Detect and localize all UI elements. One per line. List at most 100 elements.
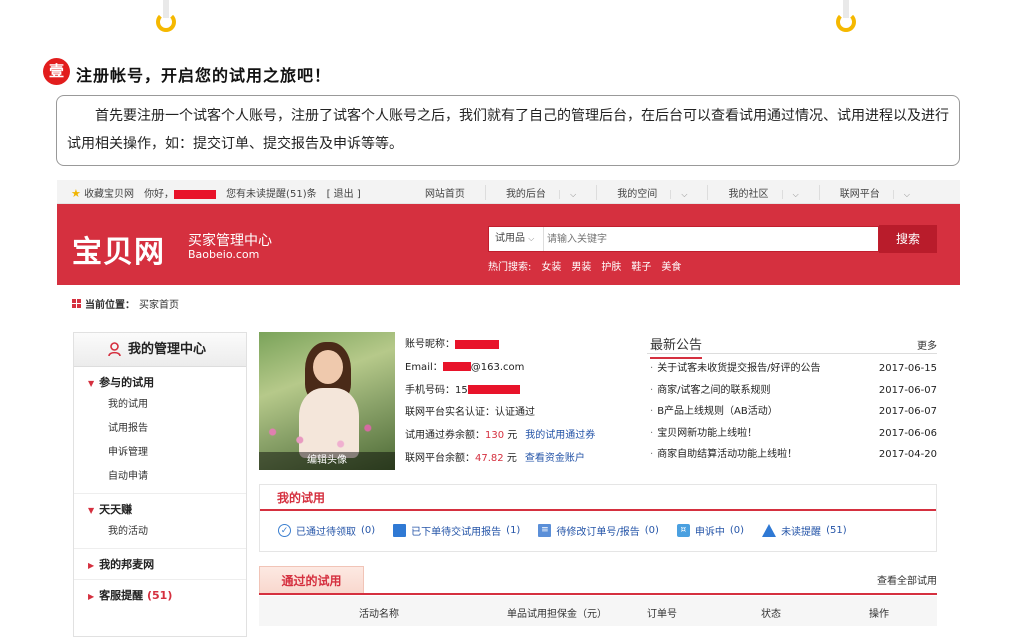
passed-trials-panel: 通过的试用 查看全部试用 活动名称 单品试用担保金（元） 订单号 状态 操作 [259, 566, 937, 637]
search-category-select[interactable]: 试用品 ⌵ [489, 227, 544, 251]
hot-item[interactable]: 女装 [541, 258, 561, 273]
redacted-phone [467, 385, 520, 395]
triangle-right-icon: ▶ [88, 592, 95, 601]
stat-ordered-pending-report[interactable]: 已下单待交试用报告 (1) [393, 523, 520, 538]
warning-icon [762, 524, 777, 537]
sidebar-group-title[interactable]: ▶ 我的邦麦网 [88, 555, 246, 575]
sidebar-item-auto-apply[interactable]: 自动申请 [88, 465, 246, 489]
list-item[interactable]: · 宝贝网新功能上线啦！ 2017-06-06 [647, 423, 937, 445]
list-item[interactable]: · B产品上线规则（AB活动） 2017-06-07 [647, 401, 937, 423]
profile-info: 账号昵称： Email： @163.com 手机号码：15 联网平台实名认证：认证… [405, 334, 595, 471]
profile-balance: 联网平台余额：47.82 元查看资金账户 [405, 452, 585, 464]
triangle-down-icon: ▼ [88, 506, 95, 515]
favorite-link[interactable]: ★ 收藏宝贝网 [71, 185, 134, 200]
step-badge: 壹 [43, 58, 70, 85]
sidebar-group-title[interactable]: ▼ 参与的试用 [88, 373, 246, 393]
chevron-down-icon: ⌵ [559, 190, 587, 199]
list-item[interactable]: · 商家自助结算活动功能上线啦！ 2017-04-20 [647, 444, 937, 466]
sidebar-group-service: ▶ 客服提醒 (51) [74, 580, 246, 610]
sidebar-group-trials: ▼ 参与的试用 我的试用 试用报告 申诉管理 自动申请 [74, 367, 246, 494]
hot-item[interactable]: 美食 [661, 258, 681, 273]
tab-passed-trials[interactable]: 通过的试用 [259, 566, 364, 594]
nav-my-space[interactable]: 我的空间 ⌵ [596, 185, 707, 200]
logo-subtitle: 买家管理中心 [188, 233, 272, 249]
step-title: 注册帐号，开启您的试用之旅吧！ [76, 66, 332, 85]
sidebar-group-daily-earn: ▼ 天天赚 我的活动 [74, 494, 246, 549]
nav-network-platform[interactable]: 联网平台 ⌵ [818, 185, 930, 200]
sidebar-title: 我的管理中心 [74, 333, 246, 367]
column-header: 单品试用担保金（元） [507, 609, 607, 620]
stat-unread-reminders[interactable]: 未读提醒 (51) [762, 523, 847, 538]
site-header: 宝贝网 买家管理中心 Baobeio.com 试用品 ⌵ 搜索 热门搜索: 女装… [57, 204, 960, 285]
star-icon: ★ [71, 187, 81, 200]
chevron-down-icon: ⌵ [670, 190, 698, 199]
sidebar-item-my-activities[interactable]: 我的活动 [88, 520, 246, 544]
profile-phone: 手机号码：15 [405, 380, 595, 403]
announcements-title: 最新公告 [650, 334, 703, 359]
my-trials-title: 我的试用 [260, 485, 936, 511]
search-button[interactable]: 搜索 [879, 225, 937, 253]
appeal-doc-icon: ¤ [676, 524, 690, 537]
logo-url: Baobeio.com [188, 248, 260, 261]
binder-hook-left [156, 0, 176, 34]
triangle-down-icon: ▼ [88, 379, 95, 388]
table-header: 活动名称 单品试用担保金（元） 订单号 状态 操作 [259, 596, 937, 626]
profile-email: Email： @163.com [405, 361, 525, 373]
top-bar: ★ 收藏宝贝网 你好， 您有未读提醒(51)条 [ 退出 ] 网站首页 我的后台… [57, 180, 960, 204]
search-box: 试用品 ⌵ [488, 226, 879, 252]
breadcrumb: 当前位置： 买家首页 [72, 296, 179, 311]
announcements: 最新公告 更多 · 关于试客未收货提交报告/好评的公告 2017-06-15 · 商家… [647, 332, 937, 466]
sidebar-item-my-trials[interactable]: 我的试用 [88, 393, 246, 417]
binder-hook-right [836, 0, 856, 34]
list-item[interactable]: · 商家/试客之间的联系规则 2017-06-07 [647, 380, 937, 402]
sidebar-group-title[interactable]: ▼ 天天赚 [88, 500, 246, 520]
unread-reminder-link[interactable]: 您有未读提醒(51)条 [226, 185, 317, 200]
nav-my-community[interactable]: 我的社区 ⌵ [707, 185, 818, 200]
nav-home[interactable]: 网站首页 [405, 185, 485, 200]
avatar[interactable]: 编辑头像 [259, 332, 395, 470]
greeting: 你好， [144, 185, 217, 200]
hot-searches: 热门搜索: 女装 男装 护肤 鞋子 美食 [488, 258, 681, 273]
logout-link[interactable]: [ 退出 ] [327, 185, 361, 200]
redacted-email [442, 362, 471, 372]
stat-pending-edit[interactable]: ≡ 待修改订单号/报告 (0) [538, 523, 659, 538]
edit-avatar-button[interactable]: 编辑头像 [259, 452, 395, 470]
chevron-down-icon: ⌵ [892, 190, 920, 199]
grid-icon [72, 299, 81, 308]
breadcrumb-current[interactable]: 买家首页 [139, 296, 179, 311]
redacted-nickname [455, 339, 499, 349]
chevron-down-icon: ⌵ [528, 234, 535, 243]
hot-item[interactable]: 男装 [571, 258, 591, 273]
redacted-username [174, 189, 217, 199]
edit-list-icon: ≡ [538, 524, 552, 537]
column-header: 活动名称 [359, 609, 399, 620]
user-icon [108, 342, 121, 357]
hot-item[interactable]: 护肤 [601, 258, 621, 273]
announcements-more-link[interactable]: 更多 [917, 337, 937, 352]
profile-nickname: 账号昵称： [405, 334, 595, 357]
my-trials-panel: 我的试用 ✓ 已通过待领取 (0) 已下单待交试用报告 (1) ≡ 待修改订单号/报告(… [259, 484, 937, 552]
sidebar-item-trial-reports[interactable]: 试用报告 [88, 417, 246, 441]
nav-my-backend[interactable]: 我的后台 ⌵ [484, 185, 596, 200]
chevron-down-icon: ⌵ [781, 190, 809, 199]
triangle-right-icon: ▶ [88, 561, 95, 570]
list-item[interactable]: · 关于试客未收货提交报告/好评的公告 2017-06-15 [647, 358, 937, 380]
stat-appealing[interactable]: ¤ 申诉中 (0) [676, 523, 744, 538]
profile-coupon: 试用通过券余额：130 元我的试用通过券 [405, 430, 596, 442]
stat-approved-pending[interactable]: ✓ 已通过待领取 (0) [278, 523, 375, 538]
hot-item[interactable]: 鞋子 [631, 258, 651, 273]
view-all-trials-link[interactable]: 查看全部试用 [877, 572, 937, 587]
search-input[interactable] [547, 227, 867, 251]
column-header: 状态 [761, 609, 781, 620]
column-header: 订单号 [647, 609, 677, 620]
intro-text: 首先要注册一个试客个人账号，注册了试客个人账号之后，我们就有了自己的管理后台，在… [56, 95, 960, 166]
site-logo[interactable]: 宝贝网 [72, 227, 165, 271]
column-header: 操作 [869, 609, 889, 620]
sidebar: 我的管理中心 ▼ 参与的试用 我的试用 试用报告 申诉管理 自动申请 ▼ 天天赚 我… [73, 332, 247, 637]
my-coupon-link[interactable]: 我的试用通过券 [525, 430, 595, 441]
view-account-link[interactable]: 查看资金账户 [525, 453, 585, 464]
buyer-center-screenshot: ★ 收藏宝贝网 你好， 您有未读提醒(51)条 [ 退出 ] 网站首页 我的后台… [57, 180, 960, 637]
sidebar-item-appeals[interactable]: 申诉管理 [88, 441, 246, 465]
book-icon [393, 524, 407, 537]
sidebar-group-title[interactable]: ▶ 客服提醒 (51) [88, 586, 246, 606]
